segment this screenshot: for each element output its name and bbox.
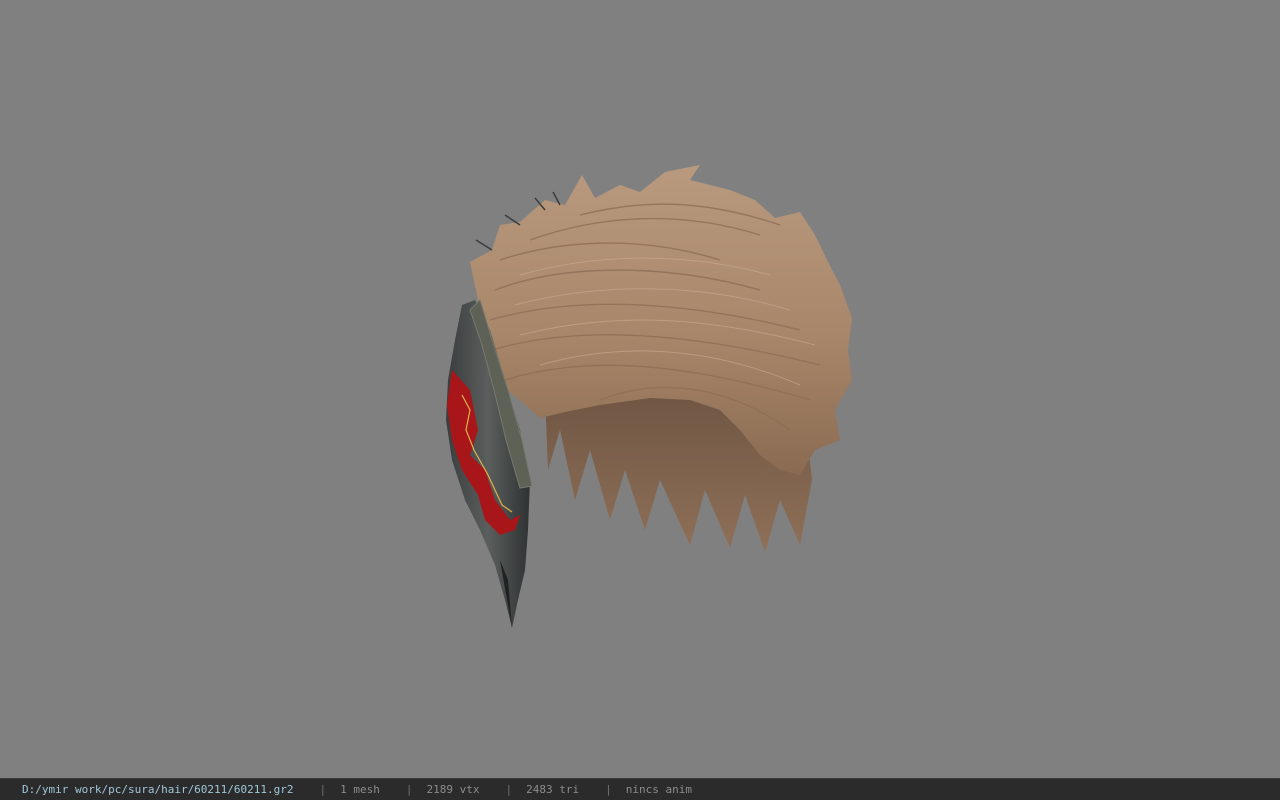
file-path-label: D:/ymir work/pc/sura/hair/60211/60211.gr…: [22, 783, 294, 796]
status-separator: |: [605, 783, 612, 796]
mesh-count-label: 1 mesh: [340, 783, 380, 796]
hair-model-render[interactable]: [0, 0, 1280, 778]
status-bar: D:/ymir work/pc/sura/hair/60211/60211.gr…: [0, 778, 1280, 800]
triangle-count-label: 2483 tri: [526, 783, 580, 796]
status-separator: |: [505, 783, 513, 796]
animation-status-label: nincs anim: [625, 783, 692, 796]
vertex-count-label: 2189 vtx: [426, 783, 480, 796]
3d-viewport[interactable]: [0, 0, 1280, 778]
status-separator: |: [405, 783, 413, 796]
status-separator: |: [319, 783, 327, 796]
